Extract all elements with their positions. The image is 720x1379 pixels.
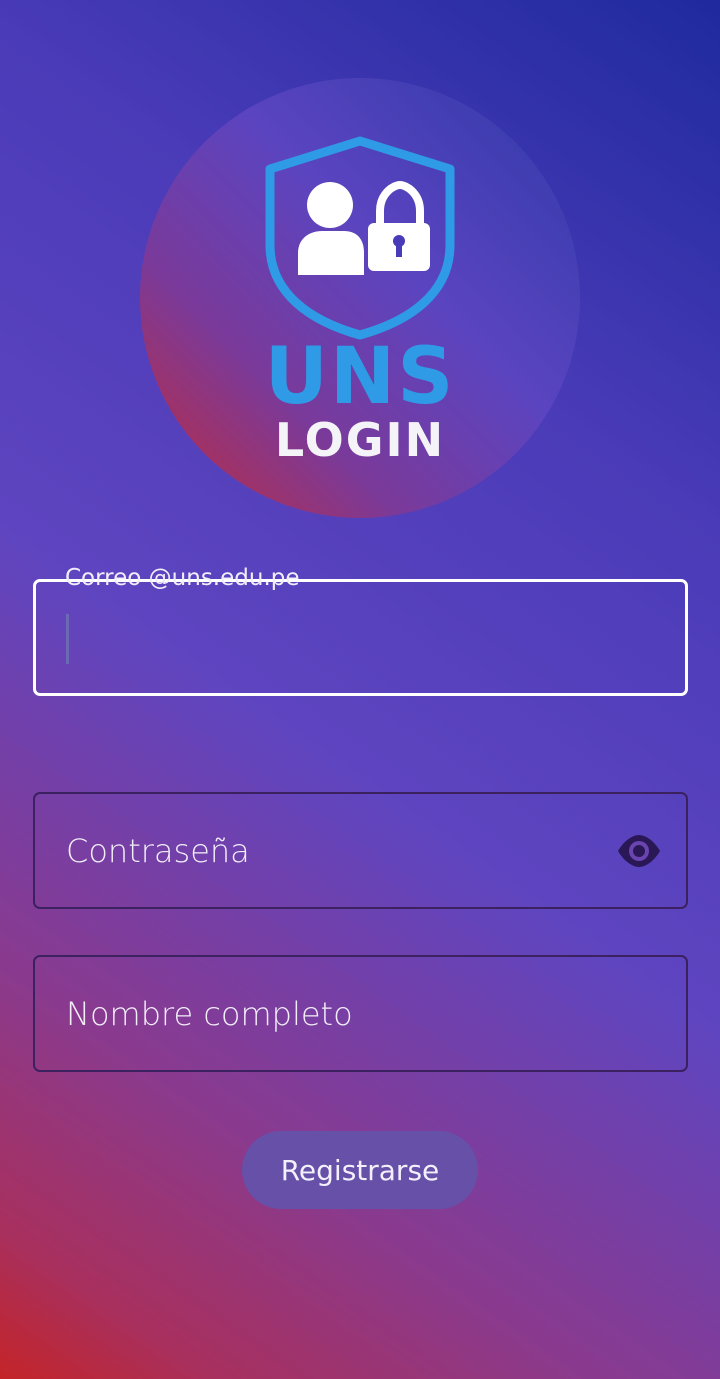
full-name-field[interactable]: Nombre completo (33, 955, 688, 1072)
password-field[interactable]: Contraseña (33, 792, 688, 909)
text-cursor (66, 614, 69, 664)
full-name-placeholder: Nombre completo (66, 995, 353, 1033)
shield-user-lock-icon (265, 136, 455, 340)
logo-title: UNS (264, 332, 456, 422)
email-field[interactable]: Correo @uns.edu.pe (33, 565, 688, 696)
logo-subtitle: LOGIN (274, 413, 446, 467)
email-field-label: Correo @uns.edu.pe (65, 565, 300, 591)
password-placeholder: Contraseña (66, 832, 250, 870)
register-button[interactable]: Registrarse (242, 1131, 478, 1209)
eye-icon[interactable] (616, 834, 662, 868)
